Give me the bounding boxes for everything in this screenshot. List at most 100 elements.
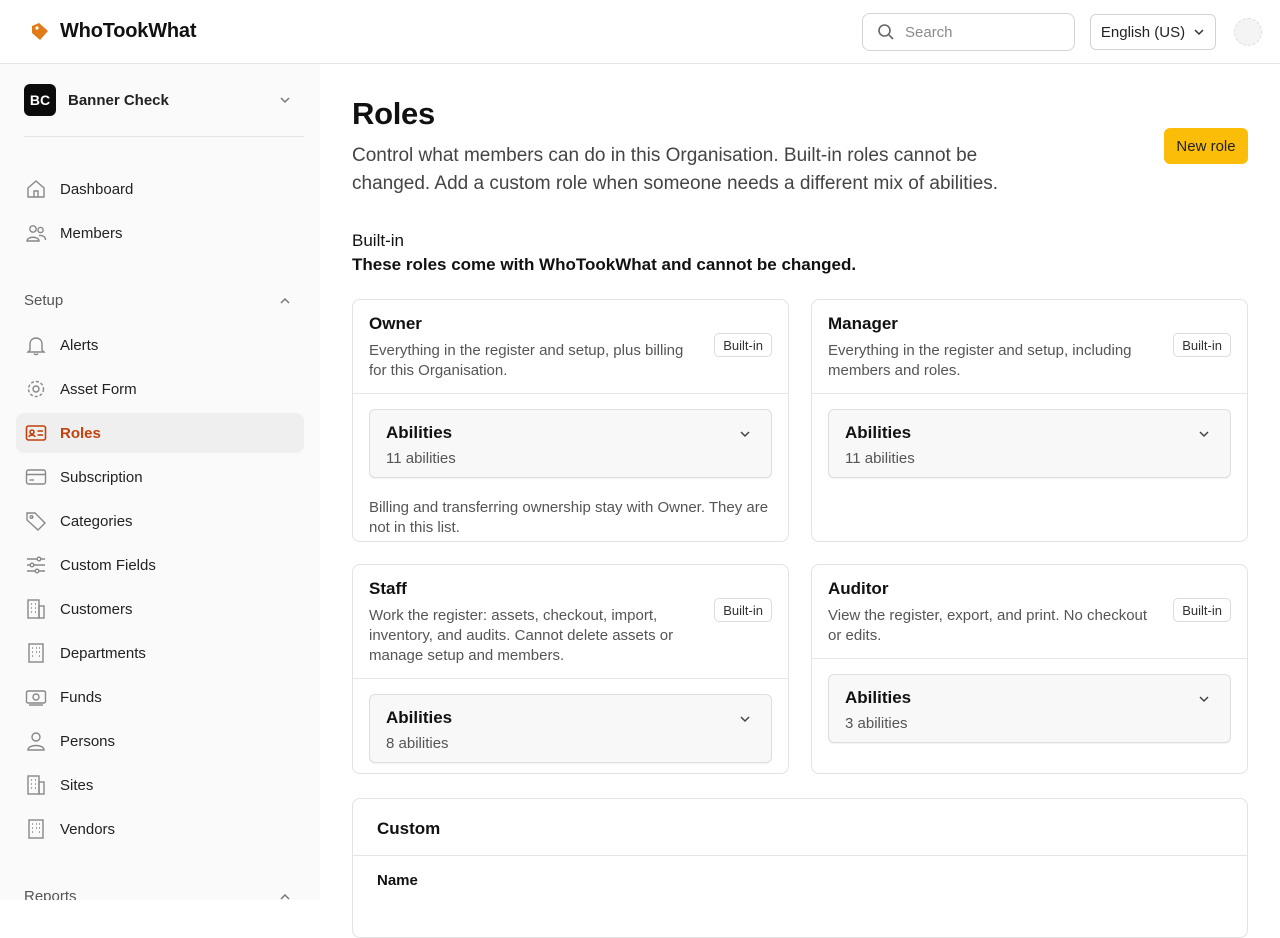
role-name: Owner (369, 314, 422, 333)
chevron-down-icon (740, 431, 750, 438)
language-select[interactable]: English (US) (1090, 14, 1216, 50)
abilities-count: 11 abilities (845, 450, 915, 467)
sidebar-item-customers[interactable]: Customers (16, 589, 304, 629)
abilities-toggle[interactable]: Abilities 8 abilities (369, 694, 772, 763)
sidebar-item-label: Sites (60, 776, 94, 794)
sidebar-item-custom-fields[interactable]: Custom Fields (16, 545, 304, 585)
sidebar-item-label: Departments (60, 644, 146, 662)
column-header-name[interactable]: Name (377, 872, 418, 889)
page-subtitle: Control what members can do in this Orga… (352, 145, 999, 194)
sidebar-item-vendors[interactable]: Vendors (16, 809, 304, 849)
page-title: Roles (352, 96, 435, 131)
top-bar: WhoTookWhat English (US) (0, 0, 1280, 64)
sidebar-section-reports[interactable]: Reports (24, 888, 304, 900)
card-header: Owner Everything in the register and set… (353, 300, 788, 394)
role-note: Billing and transferring ownership stay … (369, 499, 769, 536)
divider (353, 855, 1247, 856)
sidebar-item-departments[interactable]: Departments (16, 633, 304, 673)
credit-card-icon (24, 465, 48, 489)
sidebar-item-asset-form[interactable]: Asset Form (16, 369, 304, 409)
org-initials: BC (24, 84, 56, 116)
sidebar-item-label: Asset Form (60, 380, 137, 398)
sidebar-item-subscription[interactable]: Subscription (16, 457, 304, 497)
tag-icon (24, 509, 48, 533)
sidebar-item-label: Members (60, 224, 123, 242)
chevron-up-icon (280, 893, 290, 900)
sidebar-item-label: Dashboard (60, 180, 134, 198)
sidebar-item-members[interactable]: Members (16, 213, 304, 253)
sidebar-section-setup[interactable]: Setup (24, 292, 304, 309)
sidebar-item-dashboard[interactable]: Dashboard (16, 169, 304, 209)
abilities-toggle[interactable]: Abilities 11 abilities (828, 409, 1231, 478)
search-input[interactable] (905, 23, 1055, 41)
org-name: Banner Check (68, 91, 169, 109)
chevron-down-icon (1199, 431, 1209, 438)
sidebar-item-alerts[interactable]: Alerts (16, 325, 304, 365)
role-card-auditor: Auditor View the register, export, and p… (811, 564, 1248, 774)
chevron-down-icon (1194, 29, 1204, 36)
sidebar-item-label: Persons (60, 732, 116, 750)
gear-icon (24, 377, 48, 401)
abilities-label: Abilities (386, 708, 453, 727)
abilities-count: 11 abilities (386, 450, 456, 467)
app-logo[interactable]: WhoTookWhat (30, 20, 196, 43)
sidebar: BC Banner Check Dashboard Members Setup … (0, 64, 320, 900)
person-icon (24, 729, 48, 753)
sidebar-item-label: Vendors (60, 820, 116, 838)
role-card-manager: Manager Everything in the register and s… (811, 299, 1248, 542)
avatar[interactable] (1234, 18, 1262, 46)
section-label: Setup (24, 292, 64, 309)
sidebar-divider (24, 136, 304, 137)
chevron-down-icon (1199, 696, 1209, 703)
abilities-count: 3 abilities (845, 715, 908, 732)
users-icon (24, 221, 48, 245)
sidebar-item-sites[interactable]: Sites (16, 765, 304, 805)
builtin-badge: Built-in (1173, 333, 1231, 357)
abilities-label: Abilities (845, 423, 912, 442)
sidebar-item-label: Alerts (60, 336, 99, 354)
role-description: Everything in the register and setup, in… (828, 342, 1132, 379)
custom-title: Custom (377, 819, 441, 838)
custom-roles-panel: Custom Name (352, 798, 1248, 938)
sidebar-item-funds[interactable]: Funds (16, 677, 304, 717)
abilities-count: 8 abilities (386, 735, 449, 752)
bell-icon (24, 333, 48, 357)
sidebar-item-label: Funds (60, 688, 102, 706)
org-switcher[interactable]: BC Banner Check (24, 84, 304, 116)
role-description: View the register, export, and print. No… (828, 607, 1148, 644)
role-name: Staff (369, 579, 407, 598)
home-icon (24, 177, 48, 201)
sidebar-item-roles[interactable]: Roles (16, 413, 304, 453)
builtin-badge: Built-in (714, 598, 772, 622)
sidebar-item-label: Customers (60, 600, 133, 618)
role-description: Everything in the register and setup, pl… (369, 342, 684, 379)
abilities-toggle[interactable]: Abilities 3 abilities (828, 674, 1231, 743)
sidebar-item-persons[interactable]: Persons (16, 721, 304, 761)
builtin-badge: Built-in (1173, 598, 1231, 622)
search-box[interactable] (862, 13, 1075, 51)
new-role-button[interactable]: New role (1164, 128, 1248, 164)
role-description: Work the register: assets, checkout, imp… (369, 607, 674, 664)
role-name: Auditor (828, 579, 889, 598)
sidebar-item-label: Categories (60, 512, 133, 530)
building-icon (24, 597, 48, 621)
card-header: Manager Everything in the register and s… (812, 300, 1247, 394)
abilities-toggle[interactable]: Abilities 11 abilities (369, 409, 772, 478)
abilities-label: Abilities (845, 688, 912, 707)
building-icon (24, 641, 48, 665)
sidebar-item-label: Custom Fields (60, 556, 156, 574)
chevron-down-icon (740, 716, 750, 723)
sidebar-item-label: Subscription (60, 468, 143, 486)
banknote-icon (24, 685, 48, 709)
sliders-icon (24, 553, 48, 577)
card-header: Staff Work the register: assets, checkou… (353, 565, 788, 679)
chevron-up-icon (280, 297, 290, 304)
builtin-section-label: Built-in (352, 231, 404, 250)
role-name: Manager (828, 314, 898, 333)
search-icon (878, 24, 894, 40)
id-card-icon (24, 421, 48, 445)
building-icon (24, 817, 48, 841)
app-name: WhoTookWhat (60, 20, 197, 42)
builtin-badge: Built-in (714, 333, 772, 357)
sidebar-item-categories[interactable]: Categories (16, 501, 304, 541)
